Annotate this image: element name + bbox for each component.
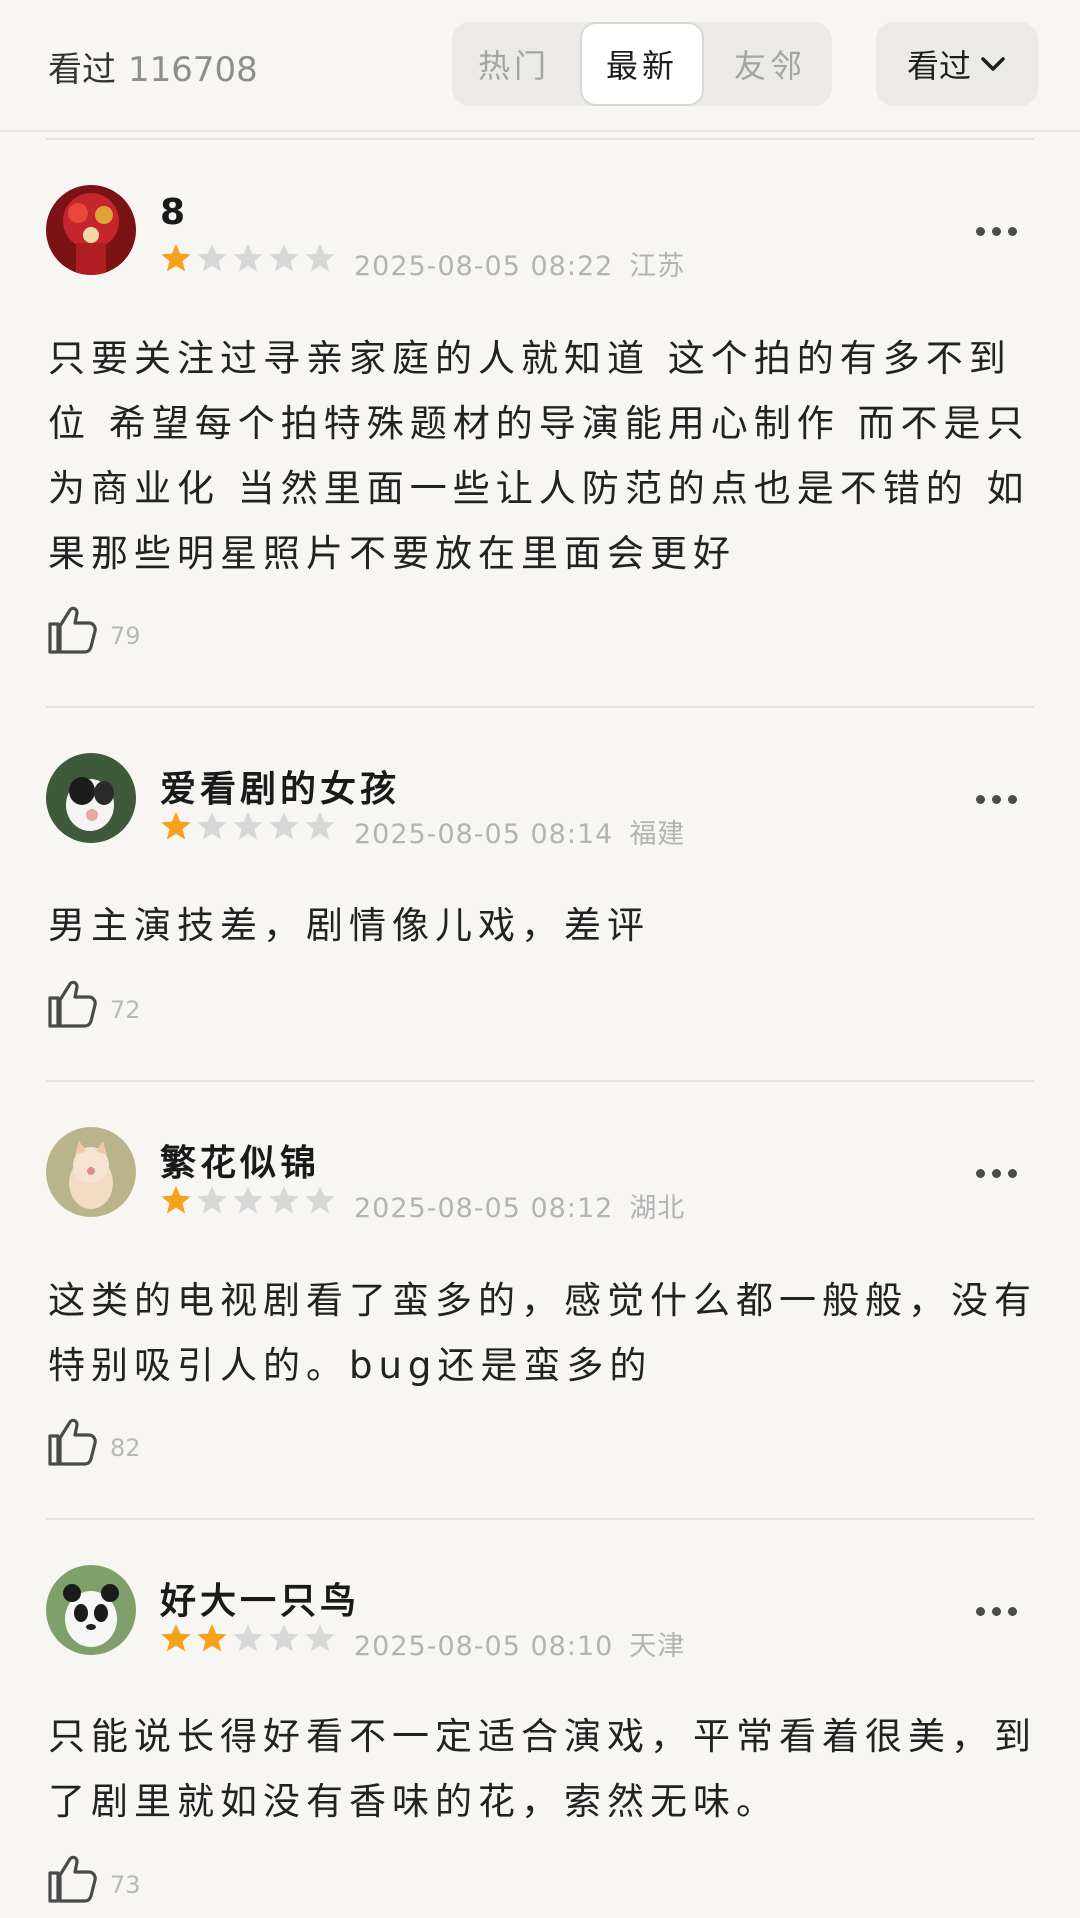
comment-text: 这类的电视剧看了蛮多的，感觉什么都一般般，没有特别吸引人的。bug还是蛮多的 — [48, 1279, 1037, 1387]
comment-datetime: 2025-08-05 08:22 — [354, 251, 614, 282]
like-button[interactable]: 73 — [46, 1853, 141, 1907]
star-filled-icon — [161, 812, 191, 840]
username[interactable]: 繁花似锦 — [160, 1134, 320, 1186]
star-empty-icon — [197, 1186, 227, 1214]
chevron-down-icon — [981, 57, 1005, 71]
comment-text: 男主演技差，剧情像儿戏，差评 — [48, 904, 650, 947]
sort-tabs: 热门 最新 友邻 — [452, 22, 832, 106]
comment-region: 天津 — [629, 1631, 686, 1662]
like-button[interactable]: 82 — [46, 1416, 141, 1470]
more-options-icon[interactable] — [976, 1169, 1017, 1178]
star-empty-icon — [233, 244, 263, 272]
star-empty-icon — [197, 244, 227, 272]
thumbs-up-icon — [48, 606, 97, 654]
comment-meta: 2025-08-05 08:22 江苏 — [354, 244, 685, 283]
star-empty-icon — [233, 812, 263, 840]
comment-datetime: 2025-08-05 08:12 — [354, 1193, 614, 1224]
divider — [46, 706, 1034, 708]
star-empty-icon — [305, 1186, 335, 1214]
star-filled-icon — [161, 1624, 191, 1652]
thumbs-up-icon — [48, 1855, 97, 1903]
star-empty-icon — [269, 244, 299, 272]
rating-stars — [160, 810, 336, 842]
top-bar: 看过 116708 热门 最新 友邻 看过 — [0, 0, 1080, 132]
tab-hot[interactable]: 热门 — [452, 22, 576, 106]
seen-label: 看过 — [48, 50, 116, 90]
divider — [46, 1080, 1034, 1082]
star-empty-icon — [233, 1186, 263, 1214]
tab-latest[interactable]: 最新 — [580, 22, 704, 106]
username[interactable]: 8 — [160, 192, 189, 233]
star-empty-icon — [305, 244, 335, 272]
seen-count: 看过 116708 — [48, 42, 258, 91]
more-options-icon[interactable] — [976, 1607, 1017, 1616]
comment-text: 只要关注过寻亲家庭的人就知道 这个拍的有多不到位 希望每个拍特殊题材的导演能用心… — [48, 337, 1030, 575]
comment-region: 江苏 — [629, 251, 686, 282]
filter-label: 看过 — [906, 47, 971, 85]
star-filled-icon — [161, 244, 191, 272]
star-empty-icon — [305, 812, 335, 840]
star-empty-icon — [269, 1186, 299, 1214]
comment-region: 湖北 — [629, 1193, 686, 1224]
comment-datetime: 2025-08-05 08:14 — [354, 819, 614, 850]
star-filled-icon — [197, 1624, 227, 1652]
thumbs-up-icon — [48, 980, 97, 1028]
rating-stars — [160, 1622, 336, 1654]
avatar[interactable] — [46, 753, 136, 843]
star-empty-icon — [269, 812, 299, 840]
star-empty-icon — [305, 1624, 335, 1652]
comment-region: 福建 — [629, 819, 686, 850]
thumbs-up-icon — [48, 1418, 97, 1466]
comment-meta: 2025-08-05 08:12 湖北 — [354, 1186, 685, 1225]
username[interactable]: 好大一只鸟 — [160, 1572, 360, 1624]
rating-stars — [160, 242, 336, 274]
star-filled-icon — [161, 1186, 191, 1214]
like-count: 73 — [110, 1871, 141, 1899]
like-button[interactable]: 79 — [46, 604, 141, 658]
like-count: 72 — [110, 996, 141, 1024]
more-options-icon[interactable] — [976, 227, 1017, 236]
avatar[interactable] — [46, 1565, 136, 1655]
like-count: 82 — [110, 1434, 141, 1462]
star-empty-icon — [197, 812, 227, 840]
star-empty-icon — [269, 1624, 299, 1652]
like-button[interactable]: 72 — [46, 978, 141, 1032]
username[interactable]: 爱看剧的女孩 — [160, 760, 400, 812]
divider — [46, 138, 1034, 140]
like-count: 79 — [110, 622, 141, 650]
comment-meta: 2025-08-05 08:10 天津 — [354, 1624, 685, 1663]
filter-dropdown[interactable]: 看过 — [876, 22, 1038, 106]
star-empty-icon — [233, 1624, 263, 1652]
divider — [46, 1518, 1034, 1520]
more-options-icon[interactable] — [976, 795, 1017, 804]
rating-stars — [160, 1184, 336, 1216]
avatar[interactable] — [46, 1127, 136, 1217]
comment-text: 只能说长得好看不一定适合演戏，平常看着很美，到了剧里就如没有香味的花，索然无味。 — [48, 1715, 1037, 1823]
comment-datetime: 2025-08-05 08:10 — [354, 1631, 614, 1662]
tab-friends[interactable]: 友邻 — [708, 22, 832, 106]
comment-meta: 2025-08-05 08:14 福建 — [354, 812, 685, 851]
seen-number: 116708 — [128, 50, 258, 90]
avatar[interactable] — [46, 185, 136, 275]
